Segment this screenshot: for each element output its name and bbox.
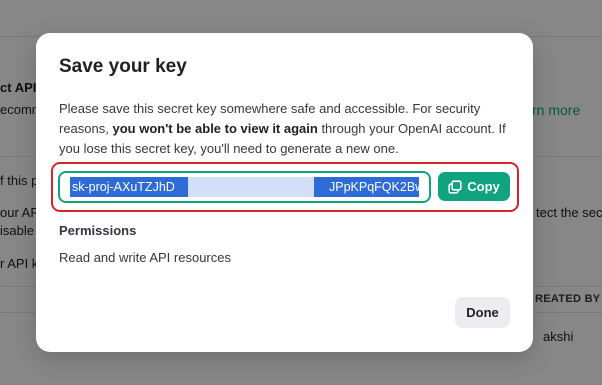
redaction-overlay bbox=[188, 177, 314, 197]
save-key-dialog: Save your key Please save this secret ke… bbox=[36, 33, 533, 352]
description-warning: you won't be able to view it again bbox=[112, 121, 318, 136]
key-prefix: sk-proj-AXuTZJhD bbox=[72, 180, 175, 194]
dialog-description: Please save this secret key somewhere sa… bbox=[59, 99, 514, 159]
done-button[interactable]: Done bbox=[455, 297, 510, 328]
permissions-value: Read and write API resources bbox=[59, 250, 231, 265]
dialog-title: Save your key bbox=[59, 56, 187, 77]
secret-key-field[interactable]: sk-proj-AXuTZJhD JPpKPqFQK2Bwe bbox=[58, 171, 431, 203]
copy-button[interactable]: Copy bbox=[438, 172, 510, 201]
permissions-label: Permissions bbox=[59, 223, 137, 238]
key-suffix: JPpKPqFQK2Bwe bbox=[329, 180, 419, 194]
secret-key-text[interactable]: sk-proj-AXuTZJhD JPpKPqFQK2Bwe bbox=[70, 177, 419, 197]
copy-button-label: Copy bbox=[467, 179, 500, 194]
copy-icon bbox=[448, 179, 462, 194]
